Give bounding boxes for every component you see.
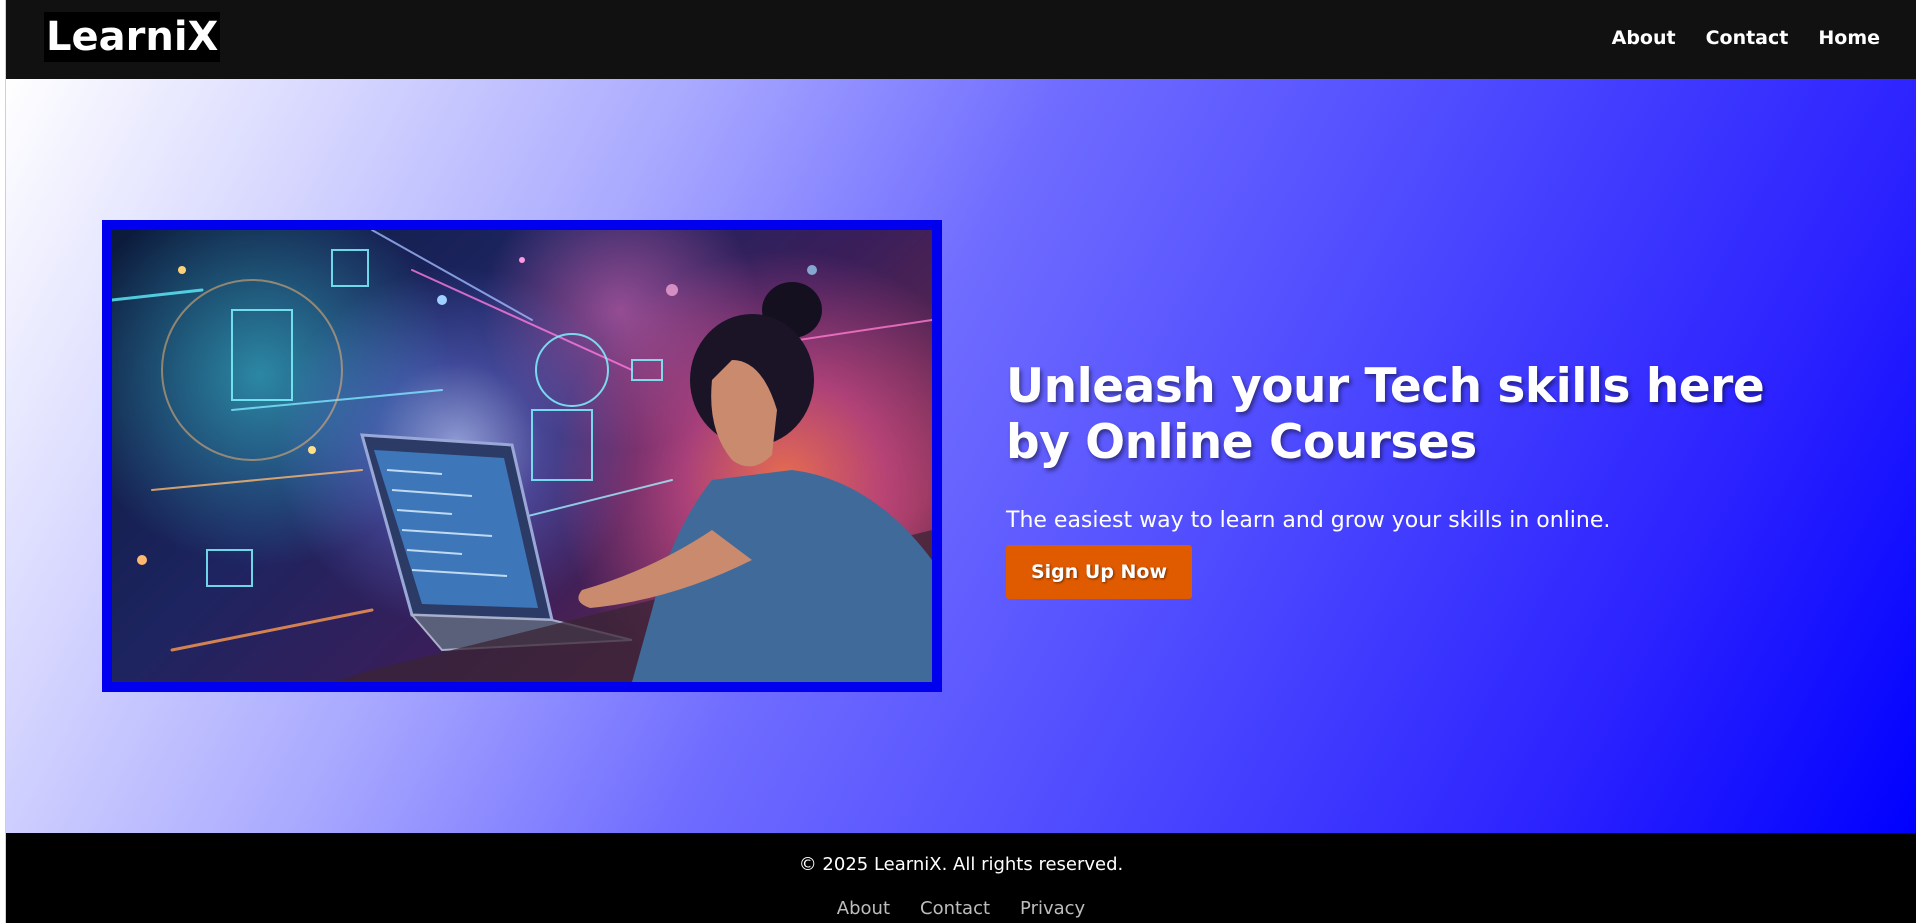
footer-link-contact[interactable]: Contact bbox=[920, 897, 990, 921]
nav-link-about[interactable]: About bbox=[1612, 26, 1676, 50]
site-footer: © 2025 LearniX. All rights reserved. Abo… bbox=[6, 833, 1916, 923]
nav-link-contact[interactable]: Contact bbox=[1706, 26, 1789, 50]
copyright-text: © 2025 LearniX. All rights reserved. bbox=[798, 854, 1124, 875]
nav-link-home[interactable]: Home bbox=[1818, 26, 1880, 50]
sign-up-button[interactable]: Sign Up Now bbox=[1006, 545, 1192, 599]
footer-nav: About Contact Privacy bbox=[6, 897, 1916, 921]
footer-link-privacy[interactable]: Privacy bbox=[1020, 897, 1085, 921]
hero-text: Unleash your Tech skills here by Online … bbox=[1006, 359, 1826, 599]
hero-image bbox=[102, 220, 942, 692]
coding-illustration bbox=[112, 230, 932, 682]
site-logo[interactable]: LearniX bbox=[44, 12, 221, 62]
hero-subtitle: The easiest way to learn and grow your s… bbox=[1006, 508, 1611, 533]
hero-section: Unleash your Tech skills here by Online … bbox=[6, 79, 1916, 833]
main-nav: About Contact Home bbox=[1612, 26, 1880, 50]
page: LearniX About Contact Home Unleash your … bbox=[5, 0, 1916, 923]
hero-title: Unleash your Tech skills here by Online … bbox=[1006, 359, 1765, 470]
site-header: LearniX About Contact Home bbox=[6, 0, 1916, 79]
footer-link-about[interactable]: About bbox=[837, 897, 890, 921]
